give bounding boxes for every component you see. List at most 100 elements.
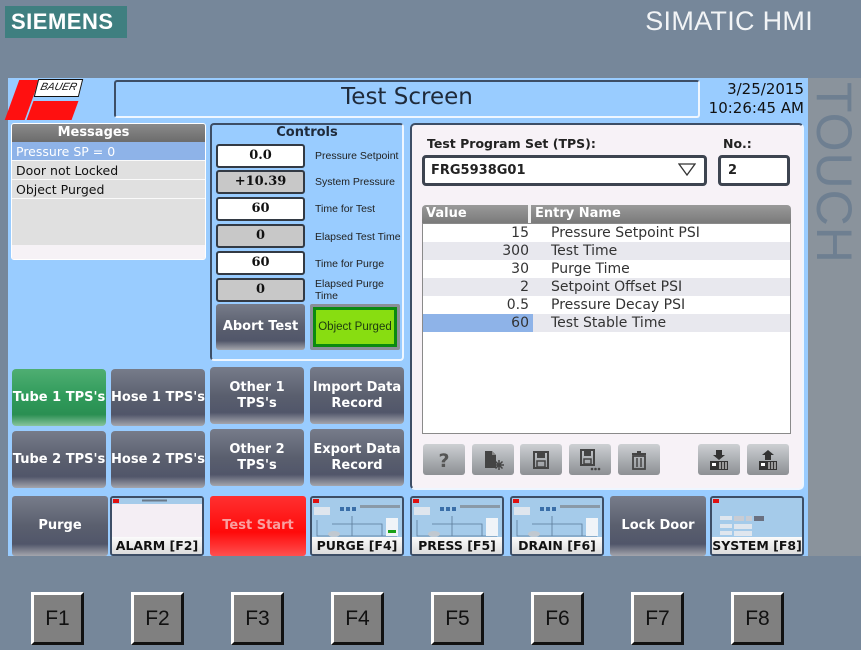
messages-panel: Messages Pressure SP = 0 Door not Locked… [11, 123, 206, 260]
column-separator[interactable] [528, 205, 531, 223]
row-value: 30 [511, 261, 529, 277]
help-icon: ? [438, 450, 449, 471]
table-row[interactable]: 30 Purge Time [423, 260, 790, 278]
export-data-record-button[interactable]: Export Data Record [310, 429, 404, 486]
tube-1-tps-button[interactable]: Tube 1 TPS's [12, 369, 106, 426]
svg-text:?: ? [438, 450, 449, 471]
table-row[interactable]: 15 Pressure Setpoint PSI [423, 224, 790, 242]
time-for-purge-input[interactable]: 60 [216, 251, 305, 275]
system-screen-button[interactable]: SYSTEM [F8] [710, 496, 804, 556]
elapsed-purge-time-label: Elapsed Purge Time [315, 278, 384, 302]
table-row[interactable]: 300 Test Time [423, 242, 790, 260]
pressure-setpoint-label: Pressure Setpoint [315, 150, 399, 162]
drain-screen-button[interactable]: DRAIN [F6] [510, 496, 604, 556]
tps-number-label: No.: [723, 136, 752, 151]
hose-1-tps-button[interactable]: Hose 1 TPS's [111, 369, 205, 426]
time-for-test-input[interactable]: 60 [216, 197, 305, 221]
controls-title: Controls [276, 125, 338, 140]
time-for-purge-label: Time for Purge [315, 258, 385, 270]
new-record-button[interactable] [472, 444, 514, 475]
save-button[interactable] [520, 444, 562, 475]
row-entry-name: Pressure Setpoint PSI [551, 225, 700, 241]
function-key-f1[interactable]: F1 [31, 592, 84, 645]
import-data-record-button[interactable]: Import Data Record [310, 367, 404, 424]
bauer-logo: BAUER [33, 79, 84, 97]
other-1-tps-button[interactable]: Other 1 TPS's [210, 367, 304, 424]
test-start-button[interactable]: Test Start [210, 496, 306, 556]
new-record-icon [485, 450, 504, 470]
table-header: Value Entry Name [422, 205, 791, 223]
table-row[interactable]: 2 Setpoint Offset PSI [423, 278, 790, 296]
chevron-down-icon[interactable] [678, 163, 696, 177]
import-to-plc-button[interactable] [698, 444, 740, 475]
hose-2-tps-button[interactable]: Hose 2 TPS's [111, 431, 205, 488]
function-key-f5[interactable]: F5 [431, 592, 484, 645]
time-for-test-label: Time for Test [315, 203, 376, 215]
function-key-f2[interactable]: F2 [131, 592, 184, 645]
table-row[interactable]: 60 Test Stable Time [423, 314, 790, 332]
purge-button[interactable]: Purge [12, 496, 108, 556]
tps-label: Test Program Set (TPS): [427, 136, 596, 151]
messages-header: Messages [12, 124, 205, 142]
column-header-entry-name[interactable]: Entry Name [535, 205, 621, 223]
function-key-f4[interactable]: F4 [331, 592, 384, 645]
message-item[interactable]: Pressure SP = 0 [12, 142, 205, 161]
tps-select[interactable]: FRG5938G01 [422, 155, 707, 186]
row-entry-name: Pressure Decay PSI [551, 297, 686, 313]
table-row[interactable]: 0.5 Pressure Decay PSI [423, 296, 790, 314]
siemens-logo: SIEMENS [5, 6, 127, 38]
import-to-plc-icon [710, 449, 728, 470]
purge-screen-button[interactable]: PURGE [F4] [310, 496, 404, 556]
elapsed-test-time-display: 0 [216, 224, 305, 248]
export-from-plc-button[interactable] [747, 444, 789, 475]
delete-button[interactable] [618, 444, 660, 475]
press-screen-button[interactable]: PRESS [F5] [410, 496, 504, 556]
row-value: 15 [511, 225, 529, 241]
pressure-setpoint-input[interactable]: 0.0 [216, 144, 305, 168]
system-pressure-display: +10.39 [216, 170, 305, 194]
alarm-screen-thumbnail [112, 498, 202, 540]
help-button[interactable]: ? [423, 444, 465, 475]
save-as-icon [580, 448, 601, 470]
time-text: 10:26:45 AM [708, 99, 804, 117]
row-entry-name: Test Time [551, 243, 618, 259]
tps-table: 15 Pressure Setpoint PSI 300 Test Time 30 P… [422, 223, 791, 434]
simatic-hmi-label: SIMATIC HMI [645, 6, 813, 36]
system-pressure-label: System Pressure [315, 176, 395, 188]
press-screen-label: PRESS [F5] [412, 537, 502, 554]
tps-number-input[interactable]: 2 [718, 155, 790, 186]
elapsed-purge-time-display: 0 [216, 278, 305, 302]
abort-test-button[interactable]: Abort Test [216, 304, 305, 350]
save-as-button[interactable] [569, 444, 611, 475]
delete-icon [632, 450, 646, 470]
column-header-value[interactable]: Value [426, 205, 467, 223]
export-from-plc-icon [759, 449, 777, 470]
function-key-f3[interactable]: F3 [231, 592, 284, 645]
press-screen-thumbnail [412, 498, 502, 540]
message-item[interactable]: Door not Locked [12, 161, 205, 180]
date-text: 3/25/2015 [727, 80, 804, 98]
function-key-f8[interactable]: F8 [731, 592, 784, 645]
datetime-display: 3/25/2015 10:26:45 AM [706, 80, 804, 118]
purge-screen-thumbnail [312, 498, 402, 540]
touch-label: TOUCH [806, 82, 861, 264]
function-key-f7[interactable]: F7 [631, 592, 684, 645]
row-entry-name: Setpoint Offset PSI [551, 279, 683, 295]
drain-screen-label: DRAIN [F6] [512, 537, 602, 554]
message-item[interactable]: Object Purged [12, 180, 205, 199]
save-icon [533, 450, 549, 469]
other-2-tps-button[interactable]: Other 2 TPS's [210, 429, 304, 486]
row-value: 300 [502, 243, 529, 259]
object-purged-indicator-frame: Object Purged [310, 304, 400, 350]
system-screen-label: SYSTEM [F8] [712, 537, 802, 554]
row-value: 2 [520, 279, 529, 295]
function-key-f6[interactable]: F6 [531, 592, 584, 645]
drain-screen-thumbnail [512, 498, 602, 540]
alarm-screen-button[interactable]: ALARM [F2] [110, 496, 204, 556]
system-screen-thumbnail [712, 498, 802, 540]
row-entry-name: Purge Time [551, 261, 630, 277]
alarm-screen-label: ALARM [F2] [112, 537, 202, 554]
tube-2-tps-button[interactable]: Tube 2 TPS's [12, 431, 106, 488]
messages-footer [12, 245, 205, 259]
lock-door-button[interactable]: Lock Door [610, 496, 706, 556]
